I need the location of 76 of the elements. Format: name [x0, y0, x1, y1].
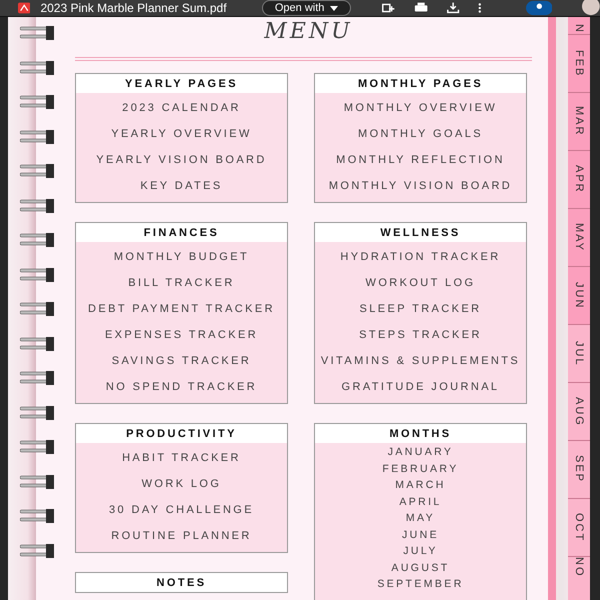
- month-tab[interactable]: NO: [568, 557, 590, 600]
- print-icon[interactable]: [414, 2, 428, 14]
- menu-link[interactable]: MONTHLY GOALS: [315, 121, 526, 147]
- spiral-ring-icon: [20, 128, 56, 144]
- spiral-ring-icon: [20, 198, 56, 214]
- spiral-ring-icon: [20, 439, 56, 455]
- menu-link[interactable]: APRIL: [315, 494, 526, 510]
- spiral-ring-icon: [20, 474, 56, 490]
- menu-link[interactable]: FEBRUARY: [315, 460, 526, 477]
- spiral-ring-icon: [20, 542, 56, 558]
- spiral-ring-icon: [20, 232, 56, 248]
- menu-link[interactable]: 30 DAY CHALLENGE: [76, 497, 287, 523]
- document-title: 2023 Pink Marble Planner Sum.pdf: [40, 1, 228, 15]
- menu-link[interactable]: MONTHLY BUDGET: [76, 244, 287, 270]
- menu-title: MENU: [263, 18, 354, 46]
- menu-link[interactable]: MONTHLY REFLECTION: [315, 147, 526, 173]
- menu-link[interactable]: HABIT TRACKER: [76, 445, 287, 471]
- menu-link[interactable]: HYDRATION TRACKER: [315, 244, 526, 270]
- spiral-ring-icon: [20, 94, 56, 110]
- month-tab[interactable]: FEB: [568, 35, 590, 93]
- menu-link[interactable]: EXPENSES TRACKER: [76, 322, 287, 348]
- section-heading: MONTHS: [315, 424, 526, 443]
- menu-link[interactable]: BILL TRACKER: [76, 270, 287, 296]
- section-heading: MONTHLY PAGES: [315, 74, 526, 93]
- menu-link[interactable]: AUGUST: [315, 560, 526, 576]
- section-heading: WELLNESS: [315, 223, 526, 242]
- spiral-ring-icon: [20, 60, 56, 76]
- menu-link[interactable]: NO SPEND TRACKER: [76, 374, 287, 400]
- menu-link[interactable]: ROUTINE PLANNER: [76, 523, 287, 549]
- menu-link[interactable]: DEBT PAYMENT TRACKER: [76, 296, 287, 322]
- spiral-ring-icon: [20, 25, 56, 41]
- menu-link[interactable]: JANUARY: [315, 444, 526, 460]
- menu-link[interactable]: WORKOUT LOG: [315, 270, 526, 296]
- menu-link[interactable]: JULY: [315, 543, 526, 560]
- open-with-button[interactable]: Open with: [262, 0, 352, 16]
- section-heading: YEARLY PAGES: [76, 74, 287, 93]
- menu-link[interactable]: SEPTEMBER: [315, 576, 526, 592]
- menu-link[interactable]: WORK LOG: [76, 471, 287, 497]
- menu-link[interactable]: SAVINGS TRACKER: [76, 348, 287, 374]
- spiral-ring-icon: [20, 163, 56, 179]
- more-options-icon[interactable]: [478, 2, 482, 14]
- month-tab[interactable]: JUN: [568, 267, 590, 325]
- menu-link[interactable]: 2023 CALENDAR: [76, 95, 287, 121]
- month-tab[interactable]: AUG: [568, 383, 590, 441]
- spiral-ring-icon: [20, 336, 56, 352]
- menu-link[interactable]: YEARLY VISION BOARD: [76, 147, 287, 173]
- section-heading: PRODUCTIVITY: [76, 424, 287, 443]
- menu-link[interactable]: KEY DATES: [76, 173, 287, 199]
- menu-link[interactable]: STEPS TRACKER: [315, 322, 526, 348]
- month-tab[interactable]: APR: [568, 151, 590, 209]
- month-tab[interactable]: OCT: [568, 499, 590, 557]
- menu-link[interactable]: MONTHLY VISION BOARD: [315, 173, 526, 199]
- menu-link[interactable]: MONTHLY OVERVIEW: [315, 95, 526, 121]
- menu-link[interactable]: SLEEP TRACKER: [315, 296, 526, 322]
- menu-link[interactable]: JUNE: [315, 526, 526, 543]
- month-tab[interactable]: N: [568, 17, 590, 35]
- spiral-ring-icon: [20, 301, 56, 317]
- month-tab[interactable]: JUL: [568, 325, 590, 383]
- month-tab[interactable]: MAR: [568, 93, 590, 151]
- pdf-file-icon: [18, 2, 30, 14]
- menu-link[interactable]: YEARLY OVERVIEW: [76, 121, 287, 147]
- spiral-ring-icon: [20, 404, 56, 420]
- menu-link[interactable]: MARCH: [315, 477, 526, 494]
- spiral-ring-icon: [20, 370, 56, 386]
- menu-link[interactable]: VITAMINS & SUPPLEMENTS: [315, 348, 526, 374]
- section-heading: FINANCES: [76, 223, 287, 242]
- section-heading: NOTES: [76, 573, 287, 592]
- download-icon[interactable]: [446, 2, 460, 14]
- caret-icon: [330, 6, 338, 10]
- add-shortcut-icon[interactable]: [381, 2, 396, 14]
- spiral-ring-icon: [20, 266, 56, 282]
- month-tab[interactable]: SEP: [568, 441, 590, 499]
- month-tab[interactable]: MAY: [568, 209, 590, 267]
- spiral-ring-icon: [20, 508, 56, 524]
- menu-link[interactable]: MAY: [315, 510, 526, 526]
- menu-link[interactable]: GRATITUDE JOURNAL: [315, 374, 526, 400]
